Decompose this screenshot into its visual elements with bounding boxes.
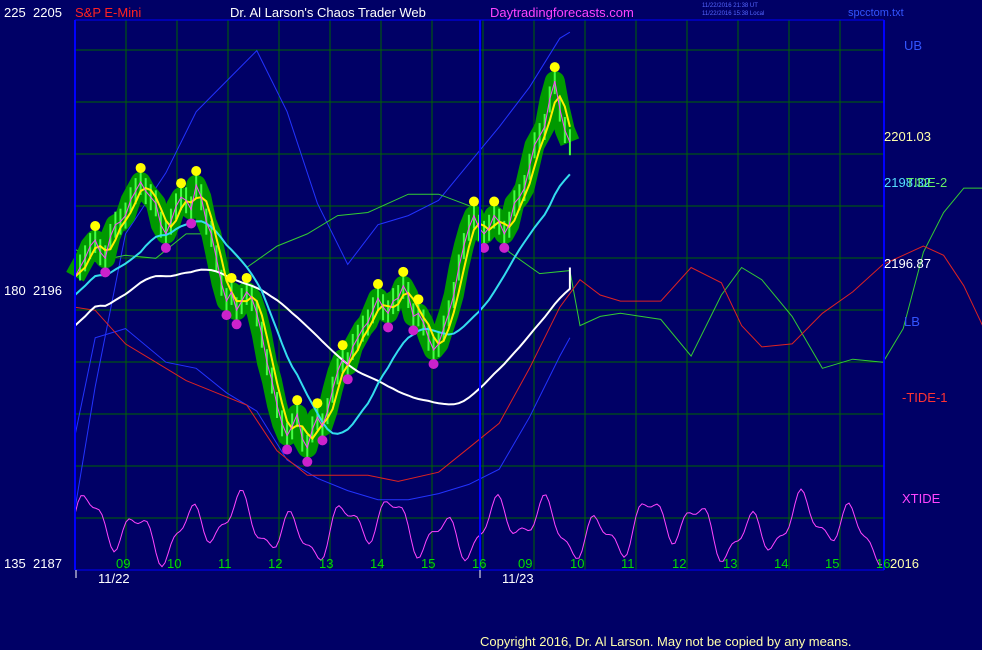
- date-label: 11/22: [98, 571, 130, 586]
- swing-low-marker: [428, 359, 439, 369]
- hour-label: 09: [116, 556, 131, 571]
- tide2-label: TIDE-2: [906, 175, 948, 190]
- swing-low-marker: [499, 242, 510, 253]
- left-price-mid: 2196: [33, 283, 62, 298]
- hour-label: 11: [218, 556, 232, 571]
- price-level-mid2: 2196.87: [884, 256, 931, 271]
- tide1-label: -TIDE-1: [902, 390, 948, 405]
- swing-high-marker: [468, 196, 479, 207]
- site-link[interactable]: Daytradingforecasts.com: [490, 5, 634, 21]
- hour-label: 15: [825, 556, 840, 571]
- swing-high-marker: [90, 221, 101, 231]
- data-filename: spcctom.txt: [848, 7, 904, 19]
- hour-label: 09: [518, 556, 533, 571]
- swing-low-marker: [160, 242, 171, 253]
- hour-label: 14: [774, 556, 789, 571]
- swing-high-marker: [398, 266, 409, 277]
- page-title: Dr. Al Larson's Chaos Trader Web: [230, 5, 426, 20]
- swing-high-marker: [241, 272, 252, 283]
- swing-low-marker: [186, 218, 197, 229]
- ub-label: UB: [904, 38, 923, 53]
- left-scale-bottom: 135: [4, 556, 26, 571]
- swing-low-marker: [317, 435, 328, 446]
- hour-label: 16: [876, 556, 891, 571]
- swing-high-marker: [549, 62, 560, 73]
- left-price-top: 2205: [33, 5, 62, 20]
- hour-label: 12: [268, 556, 283, 571]
- axis-ticks: [75, 570, 481, 578]
- swing-high-marker: [191, 166, 202, 176]
- xtide-label: XTIDE: [902, 491, 941, 506]
- symbol-label: S&P E-Mini: [75, 5, 142, 20]
- swing-low-marker: [221, 310, 232, 321]
- swing-high-marker: [176, 178, 187, 189]
- hour-label: 10: [167, 556, 182, 571]
- swing-low-marker: [100, 267, 111, 278]
- swing-high-marker: [226, 272, 237, 283]
- swing-high-marker: [337, 340, 348, 351]
- swing-high-marker: [489, 196, 500, 207]
- hour-label: 14: [370, 556, 385, 571]
- left-scale-top: 225: [4, 5, 26, 20]
- hour-label: 12: [672, 556, 687, 571]
- copyright-notice: Copyright 2016, Dr. Al Larson. May not b…: [480, 634, 852, 649]
- left-scale-mid: 180: [4, 283, 26, 298]
- swing-low-marker: [282, 444, 293, 455]
- price-plot: [66, 62, 580, 467]
- hour-label: 13: [319, 556, 334, 571]
- hour-label: 10: [570, 556, 585, 571]
- swing-low-marker: [383, 322, 394, 333]
- price-level-high: 2201.03: [884, 129, 931, 144]
- hour-label: 15: [421, 556, 436, 571]
- chart-canvas: [66, 19, 982, 578]
- timestamp-local: 11/22/2016 15:38 Local: [702, 11, 765, 17]
- swing-low-marker: [408, 325, 419, 336]
- swing-high-marker: [373, 279, 383, 290]
- swing-high-marker: [292, 395, 303, 406]
- timestamp-utc: 11/22/2016 21:38 UT: [702, 3, 758, 9]
- price-channel-glow: [66, 71, 580, 458]
- swing-low-marker: [231, 319, 242, 330]
- swing-high-marker: [135, 162, 146, 173]
- left-price-bottom: 2187: [33, 556, 62, 571]
- swing-high-marker: [413, 294, 424, 305]
- swing-low-marker: [342, 374, 353, 385]
- hour-label: 16: [472, 556, 487, 571]
- year-label: 2016: [890, 556, 919, 571]
- lb-label: LB: [904, 314, 920, 329]
- smoothed-price-line: [74, 94, 571, 441]
- date-label: 11/23: [502, 571, 534, 586]
- hour-label: 11: [621, 556, 635, 571]
- swing-low-marker: [302, 456, 313, 467]
- hour-label: 13: [723, 556, 738, 571]
- swing-high-marker: [312, 398, 323, 409]
